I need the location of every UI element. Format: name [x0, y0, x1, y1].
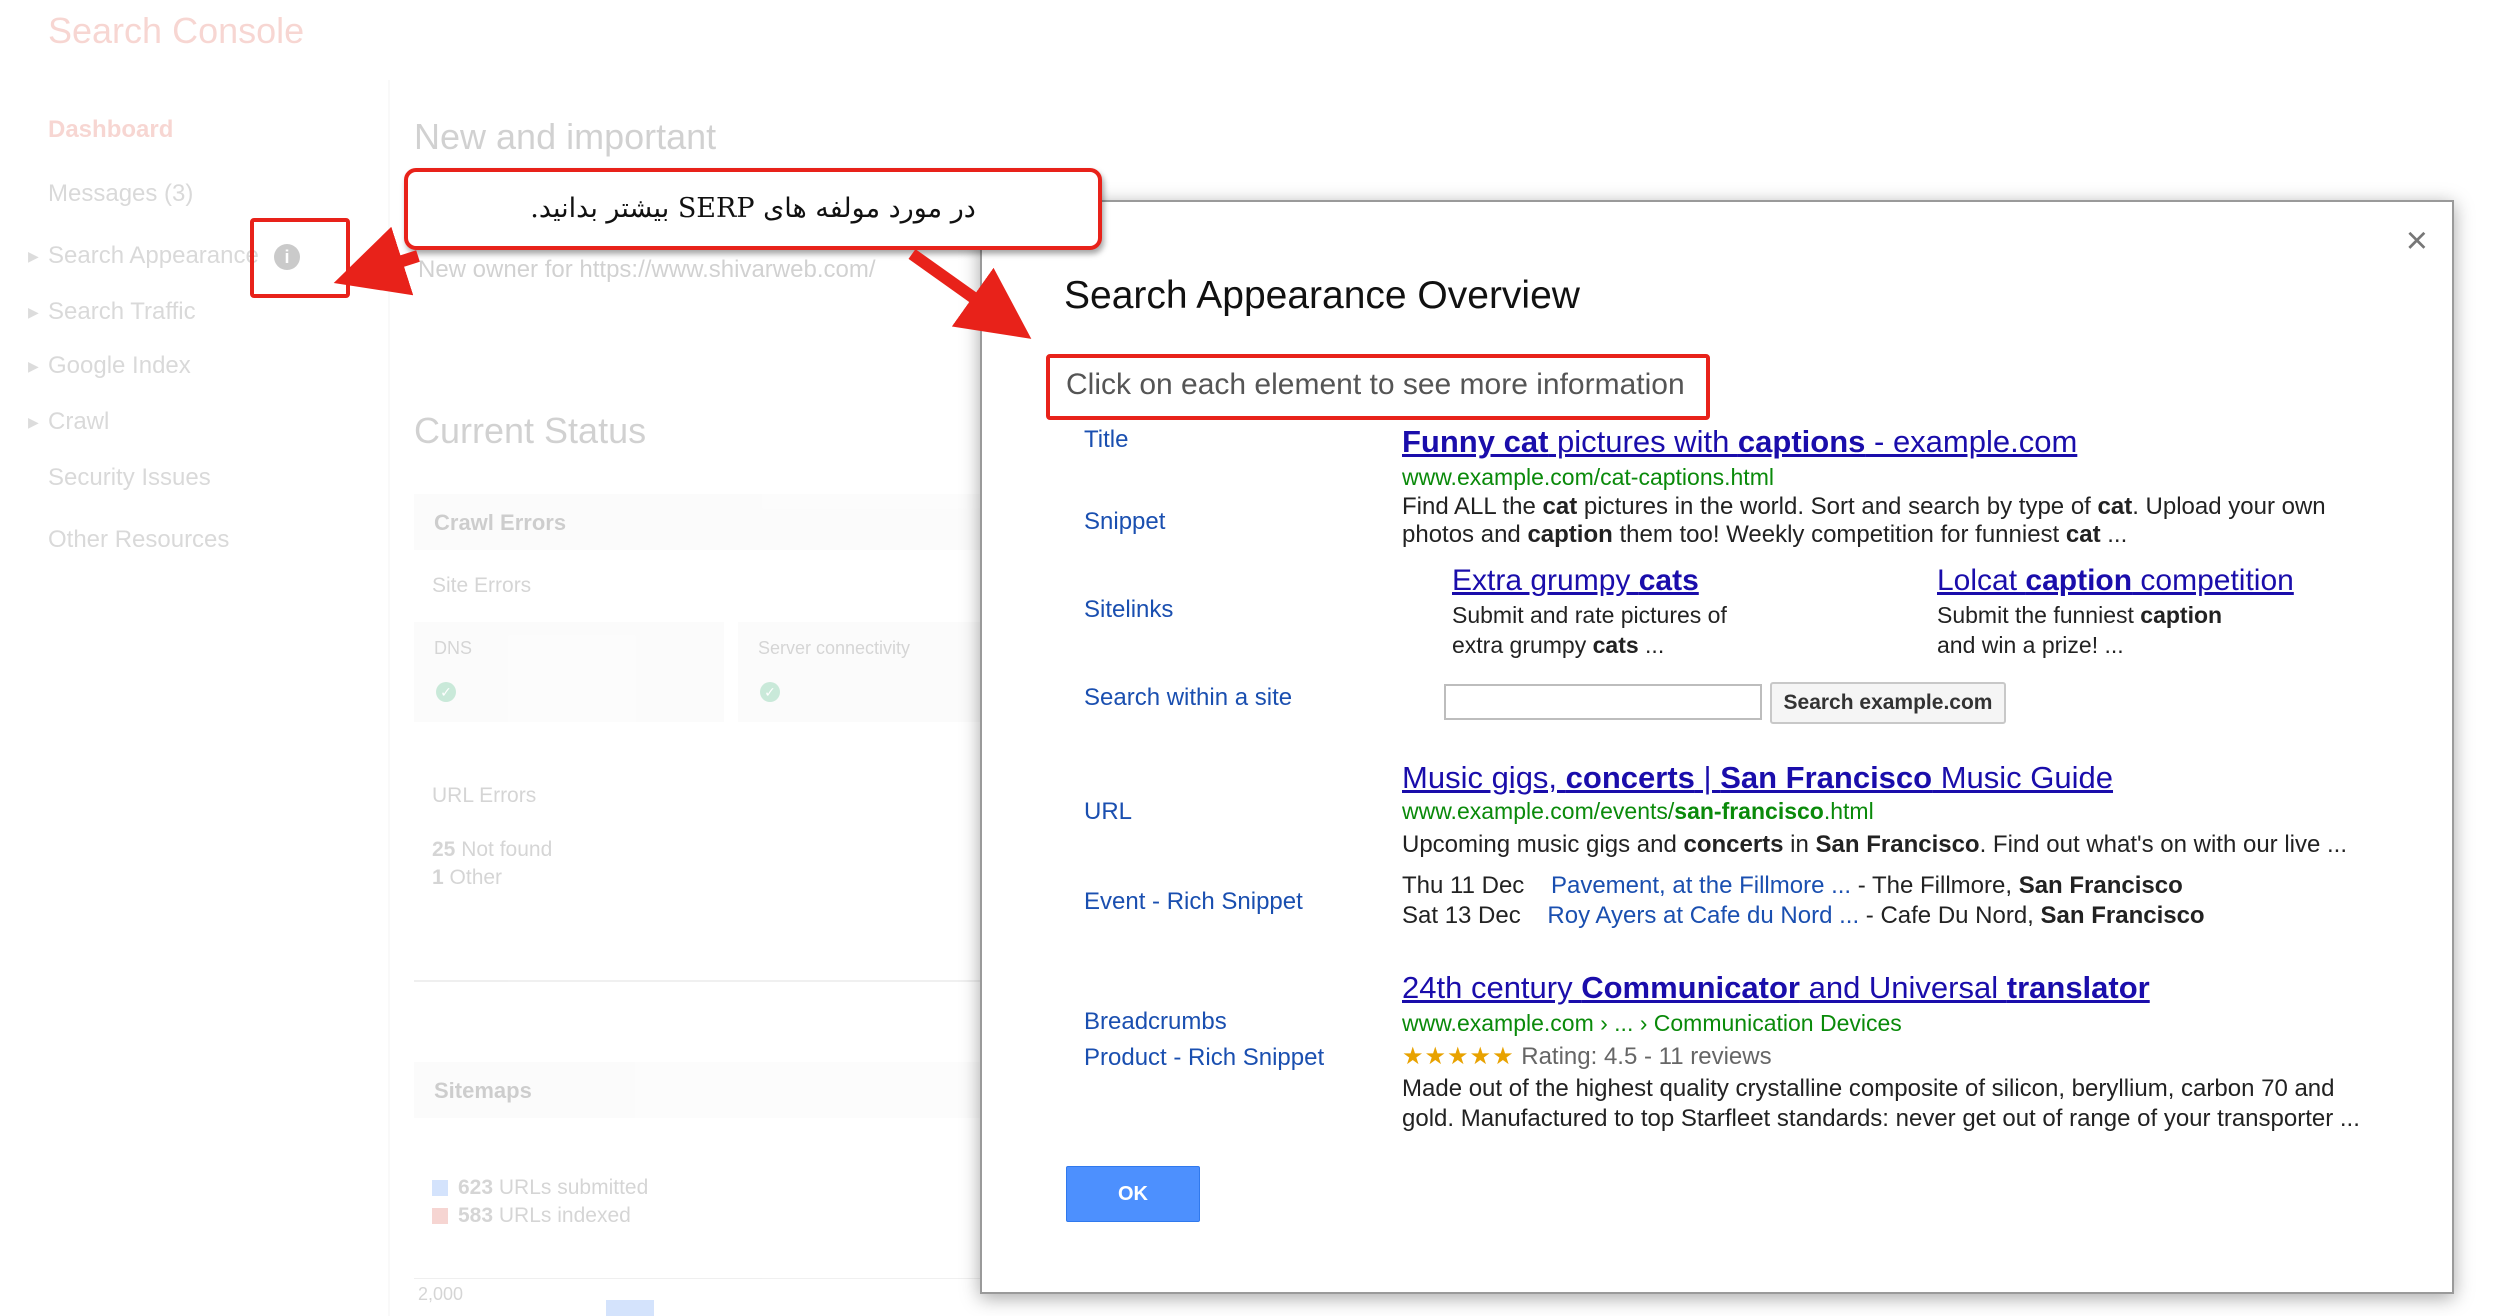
annotation-arrows: [333, 226, 1032, 339]
arrow-to-info-icon: [333, 226, 420, 296]
arrow-to-dialog: [908, 249, 1032, 339]
